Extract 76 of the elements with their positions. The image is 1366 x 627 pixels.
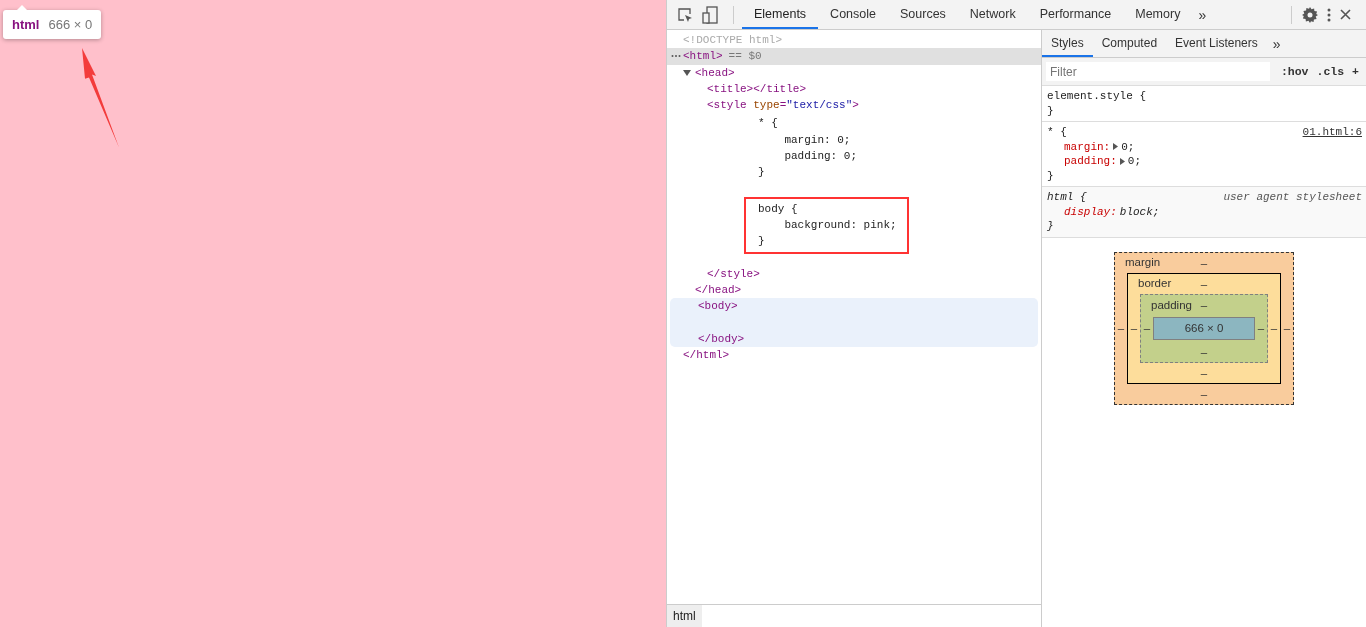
closing-tag: </html> — [683, 349, 730, 362]
menu-icon[interactable] — [1327, 7, 1331, 22]
element-tag: <html> — [683, 50, 723, 63]
inspect-icon[interactable] — [677, 6, 693, 23]
settings-icon[interactable] — [1302, 6, 1318, 23]
closing-tag: </body> — [698, 332, 745, 345]
doctype-line: <!DOCTYPE html> — [683, 34, 783, 47]
content-box: 666 × 0 — [1153, 316, 1255, 340]
expand-triangle-icon[interactable] — [1113, 143, 1119, 151]
more-tabs-button[interactable]: » — [1266, 30, 1287, 57]
box-value: – — [1200, 255, 1208, 271]
property-value: 0; — [1121, 139, 1135, 154]
panel-tab[interactable]: Memory — [1123, 0, 1193, 29]
toolbar-button[interactable]: .cls — [1313, 65, 1348, 78]
code-line: body { — [758, 201, 799, 217]
sidebar-tab[interactable]: Computed — [1092, 30, 1167, 57]
toolbar-button[interactable]: :hov — [1277, 65, 1312, 78]
code-line: background: pink; — [783, 217, 897, 233]
closing-brace: } — [1047, 103, 1054, 118]
box-label: border — [1138, 276, 1172, 289]
property-name: display: — [1064, 204, 1117, 219]
box-value: – — [1200, 297, 1208, 313]
selection-marker: == $0 — [728, 50, 762, 63]
code-line: } — [758, 234, 766, 250]
box-label: padding — [1151, 298, 1192, 311]
property-value: 0; — [1127, 154, 1141, 169]
breadcrumb-item[interactable]: html — [667, 605, 702, 627]
property-value: block; — [1119, 204, 1160, 219]
element-tag: <title></title> — [707, 83, 807, 96]
expand-triangle-icon[interactable] — [1119, 157, 1125, 165]
box-value: – — [1129, 322, 1139, 334]
code-line: * { — [758, 116, 779, 132]
box-value: – — [1200, 344, 1208, 360]
hovered-row[interactable]: <body> </body> — [670, 298, 1038, 348]
element-tag: <style type="text/css"> — [707, 99, 859, 112]
panel-tab[interactable]: Elements — [742, 0, 819, 29]
toolbar-button[interactable]: + — [1349, 65, 1362, 78]
panel-tab[interactable]: Sources — [888, 0, 958, 29]
tooltip-size: 666 × 0 — [48, 17, 93, 32]
css-selector: element.style { — [1047, 89, 1147, 104]
box-value: – — [1116, 322, 1126, 334]
box-value: – — [1282, 322, 1292, 334]
closing-tag: </style> — [707, 267, 760, 280]
property-name: margin: — [1064, 139, 1111, 154]
panel-tab[interactable]: Performance — [1027, 0, 1124, 29]
close-icon[interactable] — [1340, 9, 1351, 20]
box-value: – — [1200, 276, 1208, 292]
closing-brace: } — [1047, 168, 1054, 183]
expand-triangle-icon[interactable] — [683, 68, 691, 77]
box-value: – — [1142, 322, 1152, 334]
element-tag: <body> — [698, 300, 738, 313]
code-line: } — [758, 165, 766, 181]
element-tag: <head> — [695, 66, 735, 79]
sidebar-tab[interactable]: Event Listeners — [1166, 30, 1267, 57]
css-selector: html { — [1047, 190, 1087, 205]
property-name: padding: — [1064, 154, 1117, 169]
device-icon[interactable] — [702, 5, 718, 24]
closing-tag: </head> — [695, 284, 742, 296]
box-value: – — [1200, 386, 1208, 402]
tooltip-tag: html — [12, 17, 40, 32]
more-icon[interactable] — [671, 54, 681, 59]
box-value: – — [1256, 322, 1266, 334]
selected-row[interactable]: <html> == $0 — [667, 48, 1041, 65]
code-line: margin: 0; — [783, 132, 852, 148]
more-tabs-button[interactable]: » — [1192, 6, 1213, 23]
closing-brace: } — [1047, 219, 1054, 234]
stylesheet-source: user agent stylesheet — [1223, 190, 1362, 205]
box-label: margin — [1125, 255, 1161, 268]
code-line: padding: 0; — [783, 149, 858, 165]
panel-tab[interactable]: Network — [957, 0, 1028, 29]
css-selector: * { — [1047, 125, 1067, 140]
box-value: – — [1200, 365, 1208, 381]
source-link[interactable]: 01.html:6 — [1302, 125, 1362, 140]
filter-field[interactable]: Filter — [1046, 62, 1270, 81]
box-value: – — [1269, 322, 1279, 334]
panel-tab[interactable]: Console — [818, 0, 888, 29]
